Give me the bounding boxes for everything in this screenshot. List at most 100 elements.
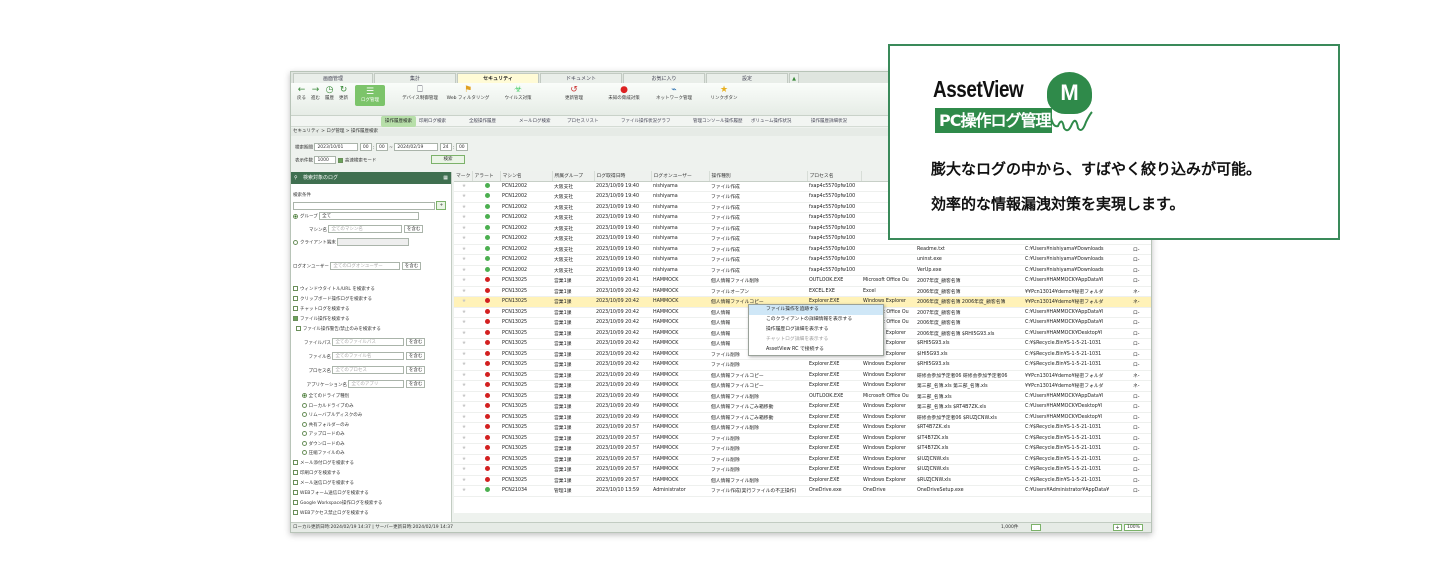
mark-star-icon[interactable]: ★: [454, 223, 472, 234]
table-row[interactable]: ★ PCN13025 営業1課 2023/10/09 20:49 HAMMOCK 個人情報…: [454, 412, 1151, 423]
zoom-in-button[interactable]: +: [1113, 524, 1122, 531]
side-check-4[interactable]: [293, 316, 298, 321]
mark-star-icon[interactable]: ★: [454, 244, 472, 255]
nav-3-button[interactable]: ◷ 履歴: [323, 85, 336, 102]
app-input[interactable]: 全てのアプリ: [348, 380, 405, 388]
subbar-item-6[interactable]: ファイル操作状況グラフ: [621, 116, 671, 127]
hour-from-select[interactable]: 00: [359, 143, 372, 151]
toolbar-button-8[interactable]: ★ リンクボタン: [701, 85, 747, 102]
path-contains-select[interactable]: を含む: [405, 338, 426, 346]
date-to-input[interactable]: 2024/02/19: [394, 143, 439, 151]
column-header-8[interactable]: プロセス名: [807, 171, 862, 182]
table-row[interactable]: ★ PCN13025 営業1課 2023/10/09 20:57 HAMMOCK ファイル…: [454, 443, 1151, 455]
group-radio[interactable]: [293, 213, 298, 219]
mark-star-icon[interactable]: ★: [454, 286, 472, 297]
nav-1-button[interactable]: ← 戻る: [295, 85, 308, 102]
side2-check-4[interactable]: [293, 490, 298, 495]
mark-star-icon[interactable]: ★: [454, 422, 472, 434]
minute-to-select[interactable]: 00: [455, 143, 468, 151]
column-header-1[interactable]: マーク: [454, 171, 473, 182]
context-menu-item-1[interactable]: ファイル操作を追跡する: [749, 305, 883, 315]
file-warn-check[interactable]: [295, 326, 301, 331]
proc-contains-select[interactable]: を含む: [405, 366, 426, 374]
mark-star-icon[interactable]: ★: [454, 265, 472, 276]
subbar-item-9[interactable]: 操作履歴詳細状況: [811, 116, 847, 127]
nav-2-button[interactable]: → 進む: [309, 85, 322, 102]
mark-star-icon[interactable]: ★: [454, 233, 472, 245]
table-row[interactable]: ★ PCN21034 管理1課 2023/10/10 13:59 Administrat…: [454, 485, 1151, 497]
subbar-item-3[interactable]: 全般操作履歴: [469, 116, 496, 127]
table-row[interactable]: ★ PCN13025 営業1課 2023/10/09 20:57 HAMMOCK ファイル…: [454, 433, 1151, 444]
user-input[interactable]: 全てのログオンユーザー: [330, 262, 401, 270]
mark-star-icon[interactable]: ★: [454, 317, 472, 329]
tab-3[interactable]: セキュリティ: [457, 73, 539, 83]
table-row[interactable]: ★ PCN13025 営業1課 2023/10/09 20:57 HAMMOCK 個人情報…: [454, 475, 1151, 486]
table-row[interactable]: ★ PCN13025 営業1課 2023/10/09 20:49 HAMMOCK 個人情報…: [454, 370, 1151, 381]
drive-radio-2[interactable]: [301, 402, 307, 408]
table-row[interactable]: ★ PCN12002 大阪支社 2023/10/09 19:40 nishiyama ファ…: [454, 265, 1151, 276]
toolbar-button-3[interactable]: ⚑ Web フィルタリング: [445, 85, 491, 102]
mark-star-icon[interactable]: ★: [454, 275, 472, 287]
column-header-3[interactable]: マシン名: [500, 171, 553, 182]
toolbar-button-7[interactable]: ⌁ ネットワーク管理: [651, 85, 697, 102]
mark-star-icon[interactable]: ★: [454, 433, 472, 444]
side2-check-3[interactable]: [293, 480, 298, 485]
zoom-level[interactable]: 100%: [1124, 524, 1143, 531]
hour-to-select[interactable]: 24: [439, 143, 452, 151]
mark-star-icon[interactable]: ★: [454, 307, 472, 318]
side-check-3[interactable]: [293, 306, 298, 311]
table-row[interactable]: ★ PCN13025 営業1課 2023/10/09 20:57 HAMMOCK 個人情報…: [454, 422, 1151, 434]
client-radio[interactable]: [293, 239, 298, 245]
mark-star-icon[interactable]: ★: [454, 370, 472, 381]
tab-6[interactable]: 設定: [706, 73, 788, 83]
mark-star-icon[interactable]: ★: [454, 296, 472, 308]
proc-input[interactable]: 全てのプロセス: [332, 366, 405, 374]
context-menu-item-5[interactable]: AssetView RC で接続する: [749, 345, 883, 355]
drive-radio-4[interactable]: [301, 421, 307, 427]
path-input[interactable]: 全てのファイルパス: [332, 338, 405, 346]
column-header-7[interactable]: 操作種別: [709, 171, 808, 182]
subbar-item-1[interactable]: 操作履歴検索: [381, 116, 416, 127]
machine-contains-select[interactable]: を含む: [403, 225, 424, 233]
mark-star-icon[interactable]: ★: [454, 391, 472, 402]
cond-input[interactable]: [293, 201, 435, 210]
mark-star-icon[interactable]: ★: [454, 464, 472, 476]
side2-check-1[interactable]: [293, 460, 298, 465]
mark-star-icon[interactable]: ★: [454, 443, 472, 455]
column-header-6[interactable]: ログオンユーザー: [651, 171, 710, 182]
column-header-4[interactable]: 所属グループ: [552, 171, 595, 182]
table-row[interactable]: ★ PCN13025 営業1課 2023/10/09 20:49 HAMMOCK 個人情報…: [454, 380, 1151, 392]
add-cond-button[interactable]: +: [436, 201, 447, 210]
subbar-item-5[interactable]: プロセスリスト: [567, 116, 599, 127]
table-row[interactable]: ★ PCN12002 大阪支社 2023/10/09 19:40 nishiyama ファ…: [454, 244, 1151, 255]
group-input[interactable]: 全て: [319, 212, 420, 220]
table-row[interactable]: ★ PCN13025 営業1課 2023/10/09 20:42 HAMMOCK ファイル…: [454, 286, 1151, 297]
drive-radio-7[interactable]: [301, 450, 307, 455]
drive-radio-3[interactable]: [301, 412, 307, 417]
toolbar-button-5[interactable]: ↺ 更新管理: [551, 85, 597, 102]
context-menu-item-4[interactable]: チャットログ詳細を表示する: [749, 335, 883, 345]
nav-4-button[interactable]: ↻ 更新: [337, 85, 350, 102]
mark-star-icon[interactable]: ★: [454, 181, 472, 192]
table-row[interactable]: ★ PCN13025 営業1課 2023/10/09 20:41 HAMMOCK 個人情報…: [454, 275, 1151, 287]
mark-star-icon[interactable]: ★: [454, 254, 472, 266]
app-contains-select[interactable]: を含む: [405, 380, 426, 388]
mark-star-icon[interactable]: ★: [454, 212, 472, 224]
side2-check-2[interactable]: [293, 470, 298, 475]
mark-star-icon[interactable]: ★: [454, 412, 472, 423]
column-header-2[interactable]: アラート: [472, 171, 501, 182]
side-check-1[interactable]: [293, 286, 298, 291]
subbar-item-7[interactable]: 管理コンソール操作履歴: [693, 116, 743, 127]
toolbar-button-6[interactable]: ● 未知の脅威対策: [601, 85, 647, 102]
mark-star-icon[interactable]: ★: [454, 380, 472, 392]
subbar-item-8[interactable]: ボリューム操作状況: [751, 116, 791, 127]
mark-star-icon[interactable]: ★: [454, 328, 472, 339]
context-menu-item-3[interactable]: 操作履歴ログ詳細を表示する: [749, 325, 883, 335]
context-menu-item-2[interactable]: このクライアントの詳細情報を表示する: [749, 315, 883, 325]
table-row[interactable]: ★ PCN13025 営業1課 2023/10/09 20:57 HAMMOCK ファイル…: [454, 454, 1151, 465]
client-input[interactable]: [337, 238, 410, 246]
toolbar-button-2[interactable]: ⎕ デバイス制御管理: [397, 85, 443, 102]
table-row[interactable]: ★ PCN13025 営業1課 2023/10/09 20:57 HAMMOCK ファイル…: [454, 464, 1151, 476]
tab-2[interactable]: 集計: [374, 73, 456, 83]
fast-mode-checkbox[interactable]: [337, 157, 343, 163]
